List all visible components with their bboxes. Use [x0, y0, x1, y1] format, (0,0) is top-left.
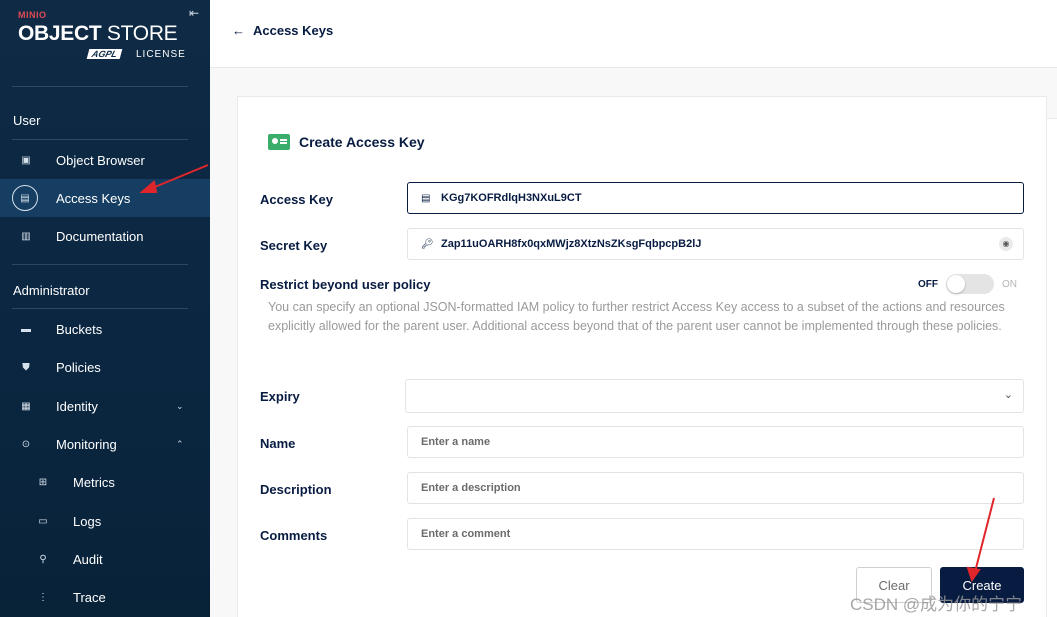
sidebar-divider — [12, 308, 188, 309]
sidebar-item-label: Buckets — [56, 321, 103, 337]
id-card-icon: ▤ — [421, 192, 431, 204]
restrict-policy-label: Restrict beyond user policy — [260, 277, 431, 292]
form-title: Create Access Key — [268, 134, 425, 150]
chevron-down-icon[interactable]: ⌄ — [176, 401, 184, 412]
logo-minio-text: MINIO — [18, 10, 47, 20]
sidebar-item-label: Trace — [73, 589, 106, 605]
comments-input[interactable]: Enter a comment — [407, 518, 1024, 550]
logs-icon: ▭ — [38, 515, 48, 527]
key-icon: 🔑︎ — [421, 238, 434, 250]
description-placeholder: Enter a description — [421, 482, 521, 494]
minio-logo[interactable]: MINIO OBJECT STORE AGPL LICENSE — [18, 10, 198, 70]
chevron-up-icon[interactable]: ⌃ — [176, 439, 184, 450]
restrict-policy-help: You can specify an optional JSON-formatt… — [268, 300, 1005, 333]
sidebar-item-identity[interactable]: ▦ Identity ⌄ — [0, 387, 210, 425]
policies-icon: ⛊ — [22, 361, 30, 373]
name-label: Name — [260, 436, 296, 451]
description-input[interactable]: Enter a description — [407, 472, 1024, 504]
sidebar-divider — [12, 86, 188, 87]
sidebar-item-access-keys[interactable]: ▤ Access Keys — [0, 179, 210, 217]
sidebar-item-label: Identity — [56, 398, 98, 414]
sidebar-item-label: Logs — [73, 513, 102, 529]
sidebar-item-label: Monitoring — [56, 436, 117, 452]
sidebar-item-metrics[interactable]: ⊞ Metrics — [0, 463, 210, 501]
form-title-text: Create Access Key — [299, 134, 425, 150]
access-keys-icon: ▤ — [12, 185, 38, 211]
sidebar-divider — [12, 139, 188, 140]
csdn-watermark: CSDN @成为你的宁宁 — [850, 595, 1023, 614]
sidebar-item-buckets[interactable]: ▬ Buckets — [0, 310, 210, 348]
secret-key-label: Secret Key — [260, 238, 328, 253]
sidebar-item-documentation[interactable]: ▥ Documentation — [0, 217, 210, 255]
sidebar-item-monitoring[interactable]: ⊙ Monitoring ⌃ — [0, 425, 210, 463]
back-button[interactable]: ← Access Keys — [232, 23, 333, 38]
metrics-icon: ⊞ — [38, 476, 48, 488]
section-administrator: Administrator — [13, 283, 90, 298]
sidebar-item-label: Object Browser — [56, 152, 145, 168]
comments-placeholder: Enter a comment — [421, 528, 511, 540]
name-input[interactable]: Enter a name — [407, 426, 1024, 458]
toggle-switch[interactable] — [946, 274, 994, 294]
description-label: Description — [260, 482, 332, 497]
audit-icon: ⚲ — [39, 553, 47, 565]
side-panel — [1046, 118, 1057, 617]
name-placeholder: Enter a name — [421, 436, 491, 448]
sidebar-item-label: Policies — [56, 359, 101, 375]
sidebar-divider — [12, 264, 188, 265]
toggle-on-label: ON — [1002, 278, 1017, 290]
back-arrow-icon: ← — [232, 23, 245, 38]
sidebar-item-label: Access Keys — [56, 190, 131, 206]
comments-label: Comments — [260, 528, 328, 543]
sidebar-item-label: Metrics — [73, 474, 115, 490]
sidebar-item-label: Audit — [73, 551, 103, 567]
expiry-select[interactable]: ⌄ — [405, 379, 1024, 413]
access-key-icon — [268, 134, 290, 150]
sidebar-item-logs[interactable]: ▭ Logs — [0, 502, 210, 540]
trace-icon: ⋮ — [38, 591, 48, 603]
identity-icon: ▦ — [21, 400, 31, 412]
page-title: Access Keys — [253, 23, 334, 38]
object-browser-icon: ▣ — [21, 154, 31, 166]
sidebar: MINIO OBJECT STORE AGPL LICENSE ⇤ User ▣… — [0, 0, 210, 617]
restrict-policy-toggle[interactable]: OFF ON — [918, 274, 1017, 294]
access-key-value: KGg7KOFRdlqH3NXuL9CT — [441, 192, 582, 204]
toggle-off-label: OFF — [918, 278, 938, 290]
monitoring-icon: ⊙ — [21, 438, 31, 450]
section-user: User — [13, 113, 41, 128]
access-key-label: Access Key — [260, 192, 333, 207]
expiry-label: Expiry — [260, 389, 300, 404]
collapse-sidebar-icon[interactable]: ⇤ — [187, 6, 201, 20]
access-key-field[interactable]: ▤ KGg7KOFRdlqH3NXuL9CT — [407, 182, 1024, 214]
secret-key-field[interactable]: 🔑︎ Zap11uOARH8fx0qxMWjz8XtzNsZKsgFqbpcpB… — [407, 228, 1024, 260]
logo-brand: OBJECT STORE — [18, 22, 178, 46]
sidebar-item-audit[interactable]: ⚲ Audit — [0, 540, 210, 578]
sidebar-item-label: Documentation — [56, 228, 144, 244]
buckets-icon: ▬ — [21, 323, 31, 335]
logo-brand-bold: OBJECT — [18, 22, 102, 45]
sidebar-item-trace[interactable]: ⋮ Trace — [0, 578, 210, 616]
sidebar-item-policies[interactable]: ⛊ Policies — [0, 348, 210, 386]
sidebar-item-object-browser[interactable]: ▣ Object Browser — [0, 141, 210, 179]
secret-key-value: Zap11uOARH8fx0qxMWjz8XtzNsZKsgFqbpcpB2lJ — [441, 238, 702, 250]
documentation-icon: ▥ — [21, 230, 31, 242]
chevron-down-icon: ⌄ — [1003, 389, 1013, 401]
logo-license: LICENSE — [136, 49, 186, 60]
logo-agpl: AGPL — [86, 49, 123, 59]
page-header: ← Access Keys — [210, 0, 1057, 68]
logo-brand-rest: STORE — [101, 22, 178, 45]
toggle-visibility-icon[interactable]: ◉ — [999, 237, 1013, 251]
